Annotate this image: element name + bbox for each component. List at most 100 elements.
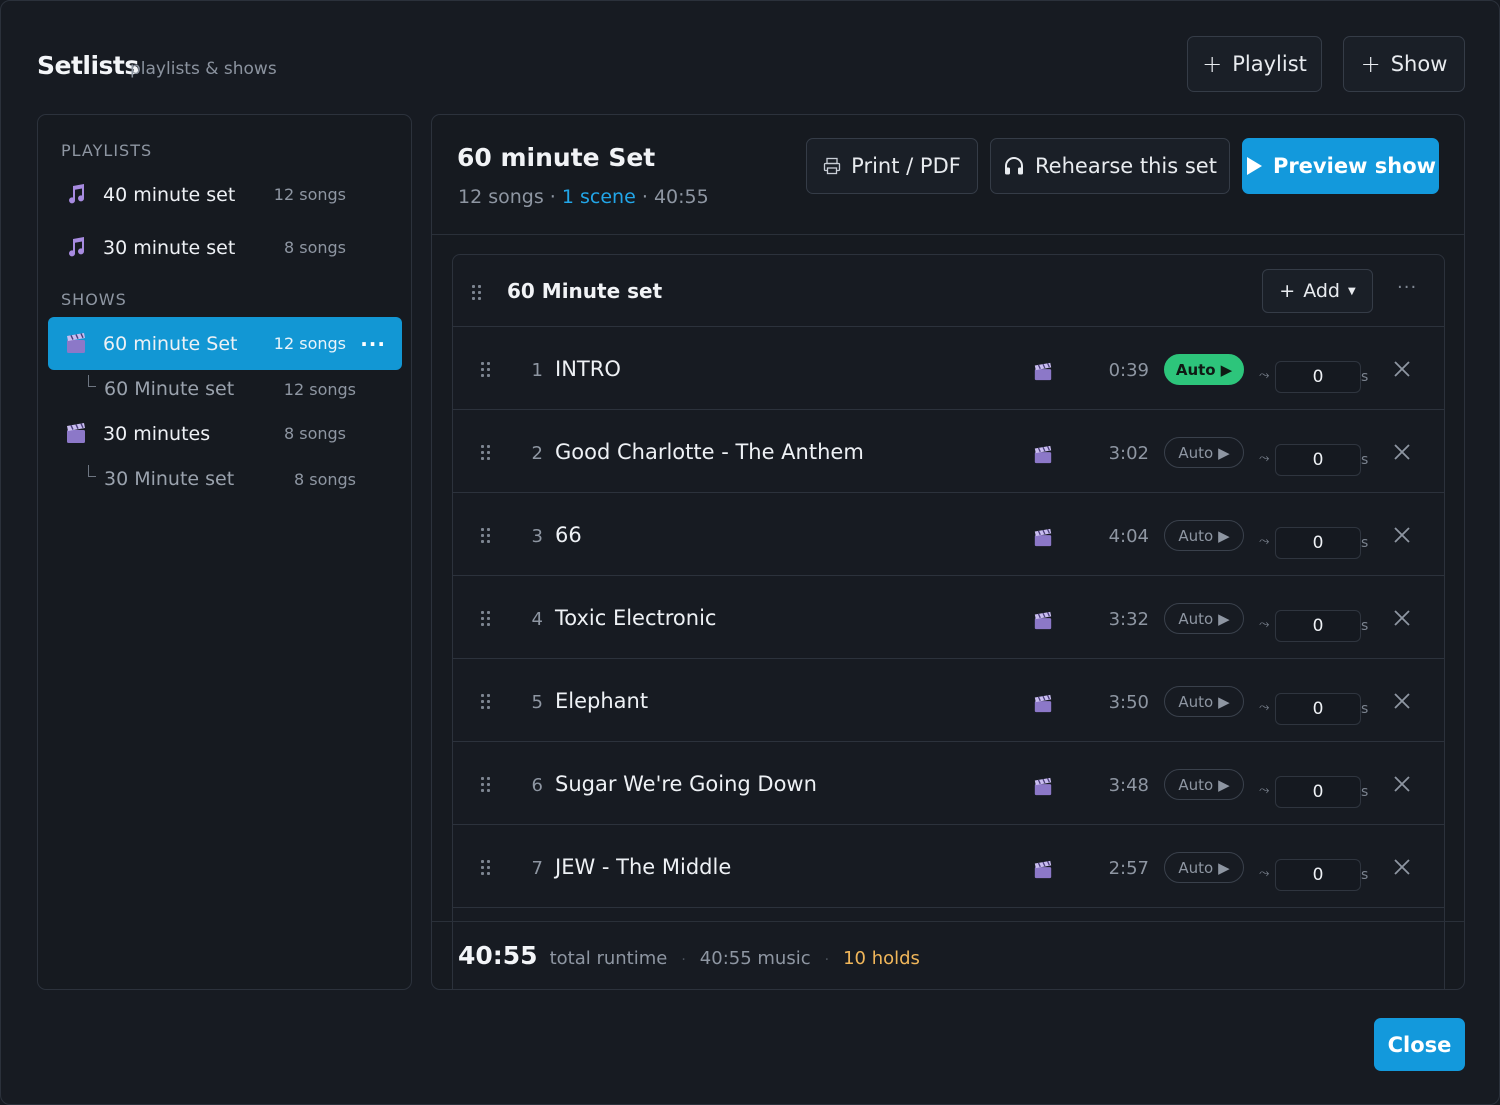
hold-seconds-input[interactable]: 0 bbox=[1275, 776, 1361, 808]
drag-handle-icon[interactable] bbox=[481, 445, 490, 460]
add-playlist-button[interactable]: + Playlist bbox=[1187, 36, 1322, 92]
print-pdf-button[interactable]: Print / PDF bbox=[806, 138, 978, 194]
song-count: 8 songs bbox=[293, 469, 356, 489]
printer-icon bbox=[824, 157, 841, 175]
scene-header: 60 Minute set + Add ▼ ··· bbox=[453, 255, 1444, 327]
drag-handle-icon[interactable] bbox=[481, 777, 490, 792]
song-row[interactable]: 3 66 4:04 Auto ▶ ⤳ 0 s bbox=[453, 493, 1444, 576]
song-title: Good Charlotte - The Anthem bbox=[555, 440, 864, 464]
scene-more-icon[interactable]: ··· bbox=[1397, 277, 1417, 298]
song-number: 5 bbox=[531, 692, 543, 713]
close-button[interactable]: Close bbox=[1374, 1018, 1465, 1071]
clapperboard-icon bbox=[1034, 528, 1052, 547]
song-row[interactable]: 6 Sugar We're Going Down 3:48 Auto ▶ ⤳ 0 s bbox=[453, 742, 1444, 825]
drag-handle-icon[interactable] bbox=[481, 528, 490, 543]
song-duration: 3:48 bbox=[1108, 775, 1149, 796]
remove-song-icon[interactable] bbox=[1392, 525, 1412, 545]
drag-handle-icon[interactable] bbox=[472, 285, 481, 300]
auto-advance-toggle[interactable]: Auto ▶ bbox=[1164, 769, 1244, 800]
sidebar-subitem-60-minute-set[interactable]: 60 Minute set 12 songs bbox=[48, 369, 402, 409]
setlists-modal: Setlists playlists & shows + Playlist + … bbox=[0, 0, 1500, 1105]
transition-icon: ⤳ bbox=[1259, 451, 1270, 466]
sidebar-item-30-minute-set[interactable]: 30 minute set 8 songs bbox=[48, 221, 402, 274]
play-icon bbox=[1246, 157, 1262, 175]
remove-song-icon[interactable] bbox=[1392, 442, 1412, 462]
auto-advance-toggle[interactable]: Auto ▶ bbox=[1164, 603, 1244, 634]
play-icon: ▶ bbox=[1220, 360, 1233, 379]
drag-handle-icon[interactable] bbox=[481, 362, 490, 377]
song-row[interactable]: 5 Elephant 3:50 Auto ▶ ⤳ 0 s bbox=[453, 659, 1444, 742]
sidebar-item-40-minute-set[interactable]: 40 minute set 12 songs bbox=[48, 168, 402, 221]
holds-count: 10 holds bbox=[843, 948, 920, 969]
auto-advance-toggle[interactable]: Auto ▶ bbox=[1164, 354, 1244, 385]
add-to-scene-button[interactable]: + Add ▼ bbox=[1262, 269, 1373, 313]
play-icon: ▶ bbox=[1218, 609, 1230, 628]
seconds-unit: s bbox=[1361, 535, 1369, 551]
scene-name: 60 Minute set bbox=[507, 279, 663, 303]
auto-label: Auto bbox=[1178, 526, 1214, 545]
auto-label: Auto bbox=[1178, 692, 1214, 711]
show-editor-panel: 60 minute Set 12 songs · 1 scene · 40:55… bbox=[431, 114, 1465, 990]
song-title: JEW - The Middle bbox=[555, 855, 732, 879]
drag-handle-icon[interactable] bbox=[481, 611, 490, 626]
auto-advance-toggle[interactable]: Auto ▶ bbox=[1164, 437, 1244, 468]
song-duration: 2:57 bbox=[1108, 858, 1149, 879]
remove-song-icon[interactable] bbox=[1392, 691, 1412, 711]
add-playlist-label: Playlist bbox=[1232, 52, 1307, 76]
hold-seconds-input[interactable]: 0 bbox=[1275, 610, 1361, 642]
tree-branch-icon bbox=[88, 465, 96, 477]
sidebar-item-30-minutes-show[interactable]: 30 minutes 8 songs bbox=[48, 407, 402, 460]
headphones-icon bbox=[1005, 157, 1024, 175]
clapperboard-icon bbox=[1034, 611, 1052, 630]
hold-seconds-input[interactable]: 0 bbox=[1275, 859, 1361, 891]
song-duration: 0:39 bbox=[1108, 360, 1149, 381]
meta-separator: · bbox=[549, 186, 556, 208]
play-icon: ▶ bbox=[1218, 858, 1230, 877]
sidebar-item-60-minute-show[interactable]: 60 minute Set 12 songs ··· bbox=[48, 317, 402, 370]
play-icon: ▶ bbox=[1218, 443, 1230, 462]
hold-seconds-input[interactable]: 0 bbox=[1275, 361, 1361, 393]
footer-separator: · bbox=[824, 952, 830, 968]
header-divider bbox=[432, 234, 1464, 235]
add-label: Add bbox=[1303, 280, 1340, 302]
preview-show-button[interactable]: Preview show bbox=[1242, 138, 1439, 194]
transition-icon: ⤳ bbox=[1259, 534, 1270, 549]
remove-song-icon[interactable] bbox=[1392, 857, 1412, 877]
song-row[interactable]: 4 Toxic Electronic 3:32 Auto ▶ ⤳ 0 s bbox=[453, 576, 1444, 659]
rehearse-set-label: Rehearse this set bbox=[1035, 154, 1217, 178]
modal-title: Setlists bbox=[37, 51, 139, 80]
transition-icon: ⤳ bbox=[1259, 866, 1270, 881]
seconds-unit: s bbox=[1361, 452, 1369, 468]
print-pdf-label: Print / PDF bbox=[851, 154, 961, 178]
seconds-unit: s bbox=[1361, 867, 1369, 883]
song-number: 4 bbox=[531, 609, 543, 630]
song-row[interactable]: 2 Good Charlotte - The Anthem 3:02 Auto ▶ ⤳ 0 s bbox=[453, 410, 1444, 493]
remove-song-icon[interactable] bbox=[1392, 359, 1412, 379]
auto-label: Auto bbox=[1178, 858, 1214, 877]
show-scene-link[interactable]: 1 scene bbox=[562, 186, 636, 208]
auto-advance-toggle[interactable]: Auto ▶ bbox=[1164, 520, 1244, 551]
plus-icon: + bbox=[1202, 50, 1223, 78]
hold-seconds-input[interactable]: 0 bbox=[1275, 693, 1361, 725]
remove-song-icon[interactable] bbox=[1392, 774, 1412, 794]
hold-seconds-input[interactable]: 0 bbox=[1275, 444, 1361, 476]
song-duration: 3:02 bbox=[1108, 443, 1149, 464]
show-song-count: 12 songs bbox=[458, 186, 544, 208]
rehearse-set-button[interactable]: Rehearse this set bbox=[990, 138, 1230, 194]
song-count: 12 songs bbox=[283, 379, 356, 399]
hold-seconds-input[interactable]: 0 bbox=[1275, 527, 1361, 559]
drag-handle-icon[interactable] bbox=[481, 694, 490, 709]
song-number: 6 bbox=[531, 775, 543, 796]
plus-icon: + bbox=[1279, 280, 1296, 302]
more-options-icon[interactable]: ··· bbox=[360, 332, 386, 356]
remove-song-icon[interactable] bbox=[1392, 608, 1412, 628]
song-row[interactable]: 7 JEW - The Middle 2:57 Auto ▶ ⤳ 0 s bbox=[453, 825, 1444, 908]
sidebar-subitem-30-minute-set[interactable]: 30 Minute set 8 songs bbox=[48, 459, 402, 499]
drag-handle-icon[interactable] bbox=[481, 860, 490, 875]
song-row[interactable]: 1 INTRO 0:39 Auto ▶ ⤳ 0 s bbox=[453, 327, 1444, 410]
song-count: 8 songs bbox=[283, 238, 346, 257]
auto-advance-toggle[interactable]: Auto ▶ bbox=[1164, 852, 1244, 883]
auto-advance-toggle[interactable]: Auto ▶ bbox=[1164, 686, 1244, 717]
add-show-button[interactable]: + Show bbox=[1343, 36, 1465, 92]
play-icon: ▶ bbox=[1218, 526, 1230, 545]
